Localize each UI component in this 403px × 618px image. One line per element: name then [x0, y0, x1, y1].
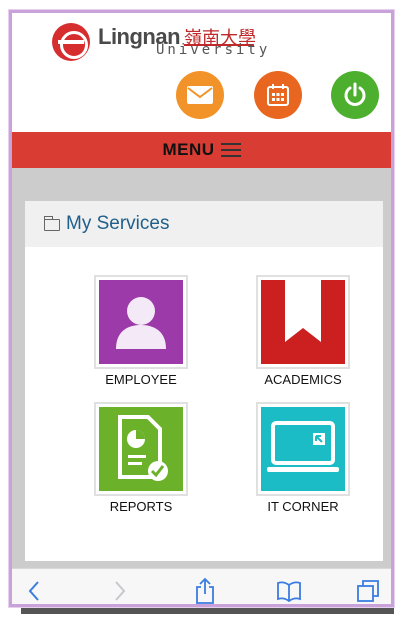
- reports-tile[interactable]: REPORTS: [81, 402, 201, 514]
- panel-header: My Services: [25, 201, 383, 247]
- logo-subtitle: University: [156, 42, 271, 58]
- app-screen: Lingnan 嶺南大學 University MENU My Services…: [9, 10, 394, 607]
- mail-icon: [187, 86, 213, 104]
- logout-button[interactable]: [331, 71, 379, 119]
- bookmarks-icon: [277, 581, 301, 602]
- menu-label: MENU: [162, 140, 215, 159]
- bookmarks-button[interactable]: [275, 577, 303, 604]
- it-corner-tile[interactable]: IT CORNER: [243, 402, 363, 514]
- tile-frame: [256, 275, 350, 369]
- folder-icon: [44, 216, 60, 231]
- calendar-button[interactable]: [254, 71, 302, 119]
- header-actions: [12, 71, 391, 121]
- panel-title: My Services: [66, 213, 170, 234]
- tile-frame: [94, 402, 188, 496]
- academics-tile[interactable]: ACADEMICS: [243, 275, 363, 387]
- person-icon: [99, 280, 183, 364]
- tile-label: ACADEMICS: [264, 372, 342, 387]
- share-button[interactable]: [191, 577, 219, 604]
- bookmark-icon: [261, 280, 345, 364]
- power-icon: [344, 82, 366, 106]
- tabs-icon: [357, 580, 379, 602]
- tile-label: EMPLOYEE: [105, 372, 177, 387]
- menu-toggle[interactable]: MENU: [12, 132, 391, 168]
- back-icon: [28, 581, 39, 601]
- mail-button[interactable]: [176, 71, 224, 119]
- report-document-icon: [99, 407, 183, 491]
- forward-icon: [115, 581, 126, 601]
- hamburger-icon: [220, 143, 241, 157]
- employee-tile[interactable]: EMPLOYEE: [81, 275, 201, 387]
- browser-toolbar: [12, 568, 391, 604]
- tile-label: REPORTS: [109, 499, 173, 514]
- logo-emblem-icon: [52, 23, 90, 61]
- calendar-icon: [267, 84, 289, 106]
- share-icon: [196, 577, 214, 604]
- tabs-button[interactable]: [354, 577, 382, 604]
- logo-wordmark: Lingnan 嶺南大學 University: [98, 22, 278, 62]
- tile-label: IT CORNER: [267, 499, 339, 514]
- tile-frame: [94, 275, 188, 369]
- tile-frame: [256, 402, 350, 496]
- monitor-cursor-icon: [261, 407, 345, 491]
- services-panel: My Services EMPLOYEE ACADEMICS REPORTS I…: [25, 201, 383, 561]
- back-button[interactable]: [20, 577, 48, 604]
- forward-button[interactable]: [106, 577, 134, 604]
- university-logo: Lingnan 嶺南大學 University: [52, 21, 278, 63]
